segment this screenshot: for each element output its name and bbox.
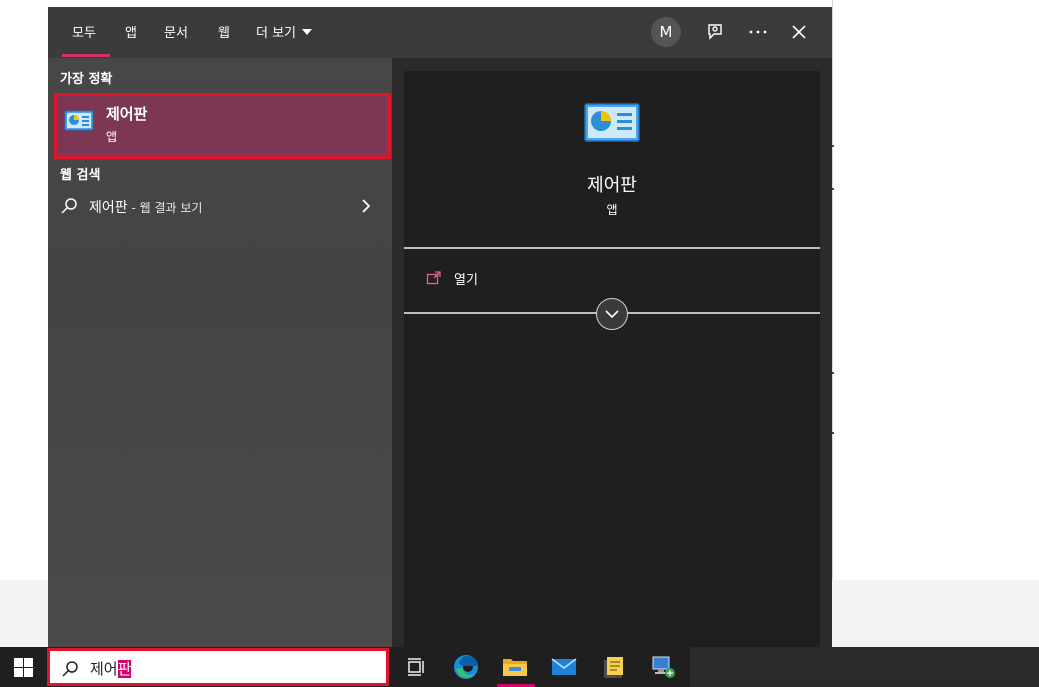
- tab-web[interactable]: 웹: [218, 22, 230, 41]
- feedback-icon[interactable]: [704, 21, 726, 43]
- taskbar: 제어판: [0, 647, 1039, 687]
- tab-more-label: 더 보기: [256, 26, 297, 41]
- open-label: 열기: [454, 272, 478, 288]
- folder-icon[interactable]: [501, 653, 529, 681]
- best-match-title: 제어판: [106, 105, 148, 123]
- best-match-subtitle: 앱: [106, 130, 118, 144]
- section-best-match: 가장 정확: [60, 72, 113, 87]
- web-result-text: 제어판 - 웹 결과 보기: [89, 197, 202, 217]
- active-tab-indicator: [62, 54, 110, 57]
- details-title: 제어판: [587, 175, 637, 196]
- mail-icon[interactable]: [550, 653, 578, 681]
- details-subtitle: 앱: [606, 203, 618, 217]
- tab-apps[interactable]: 앱: [125, 22, 137, 41]
- chevron-right-icon: [362, 199, 371, 213]
- flyout-header: 모두 앱 문서 웹 더 보기 M: [48, 7, 832, 58]
- tab-more[interactable]: 더 보기: [256, 22, 313, 41]
- search-icon: [61, 198, 77, 214]
- search-flyout: 모두 앱 문서 웹 더 보기 M 가장 정확 제어판 앱 웹 검색 제어판 - …: [48, 7, 832, 647]
- web-search-result[interactable]: 제어판 - 웹 결과 보기: [48, 189, 392, 223]
- open-icon: [426, 271, 441, 285]
- task-view-icon[interactable]: [403, 653, 431, 681]
- divider: [404, 247, 820, 249]
- chevron-down-icon: [605, 310, 619, 319]
- tab-all[interactable]: 모두: [72, 22, 96, 41]
- background-window-edge: [832, 0, 833, 580]
- close-icon[interactable]: [788, 21, 810, 43]
- open-action[interactable]: 열기: [426, 267, 478, 289]
- results-pane: 가장 정확 제어판 앱 웹 검색 제어판 - 웹 결과 보기: [48, 58, 392, 647]
- caret-down-icon: [302, 28, 313, 35]
- details-pane: 제어판 앱 열기: [404, 71, 820, 647]
- edge-icon[interactable]: [452, 653, 480, 681]
- avatar[interactable]: M: [651, 17, 681, 47]
- section-web-search: 웹 검색: [60, 168, 101, 183]
- search-query: 제어판: [90, 658, 132, 679]
- search-icon: [62, 661, 78, 677]
- best-match-result[interactable]: 제어판 앱: [54, 93, 391, 159]
- network-icon[interactable]: [649, 653, 677, 681]
- web-result-suffix: - 웹 결과 보기: [127, 201, 203, 215]
- search-query-highlighted: 판: [117, 660, 132, 678]
- ellipsis-icon[interactable]: [747, 21, 769, 43]
- expand-button[interactable]: [596, 298, 628, 330]
- windows-logo-icon[interactable]: [14, 658, 33, 677]
- taskbar-tray-area: [690, 647, 1039, 687]
- web-result-query: 제어판: [89, 200, 128, 216]
- taskbar-search-input[interactable]: 제어판: [47, 648, 389, 686]
- control-panel-icon: [584, 103, 640, 142]
- tab-documents[interactable]: 문서: [164, 22, 188, 41]
- search-query-typed: 제어: [90, 660, 118, 678]
- control-panel-icon: [64, 110, 94, 131]
- notes-icon[interactable]: [600, 653, 628, 681]
